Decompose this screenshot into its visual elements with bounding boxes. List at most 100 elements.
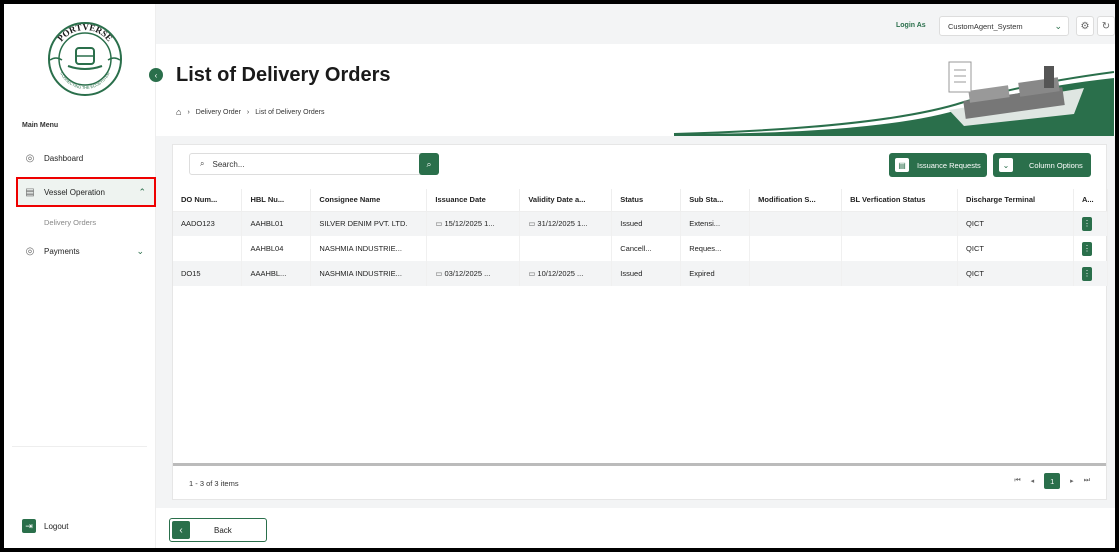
table-cell: ▭ 31/12/2025 1...	[519, 211, 613, 236]
table-cell	[841, 236, 959, 261]
column-options-label: Column Options	[1029, 160, 1083, 170]
delivery-orders-table: DO Num... HBL Nu... Consignee Name Issua…	[173, 189, 1109, 286]
table-cell: DO15	[173, 261, 243, 286]
table-cell: ⋮	[1073, 261, 1109, 286]
date-value: 15/12/2025 1...	[444, 219, 495, 229]
first-page-icon[interactable]: ⏮	[1014, 477, 1020, 485]
document-icon: ▤	[895, 158, 909, 172]
sidebar-item-label: Dashboard	[44, 153, 84, 163]
column-header[interactable]: Discharge Terminal	[957, 189, 1074, 212]
column-header[interactable]: Modification S...	[749, 189, 843, 212]
ship-icon: ▤	[25, 186, 35, 198]
sidebar-item-vessel-operation[interactable]: ▤ Vessel Operation ⌃	[16, 177, 156, 207]
table-cell: SILVER DENIM PVT. LTD.	[310, 211, 428, 236]
table-cell: NASHMIA INDUSTRIE...	[310, 236, 428, 261]
user-select[interactable]: CustomAgent_System ⌄	[939, 16, 1069, 36]
table-cell: Extensi...	[680, 211, 751, 236]
sidebar-subitem-delivery-orders[interactable]: Delivery Orders	[44, 218, 96, 227]
table-cell: QICT	[957, 211, 1074, 236]
chevron-down-icon: ⌄	[999, 158, 1013, 172]
horizontal-scrollbar[interactable]	[173, 463, 1106, 466]
prev-page-icon[interactable]: ◂	[1031, 477, 1035, 485]
row-actions-icon[interactable]: ⋮	[1081, 241, 1092, 256]
table-cell	[841, 261, 959, 286]
calendar-icon: ▭	[528, 269, 536, 278]
date-value: 10/12/2025 ...	[537, 269, 584, 278]
main-menu-label: Main Menu	[22, 122, 59, 129]
back-label: Back	[214, 525, 232, 535]
table-cell: ⋮	[1073, 236, 1109, 261]
table-cell: Reques...	[680, 236, 751, 261]
table-cell: ▭ 10/12/2025 ...	[519, 261, 613, 286]
breadcrumb-item[interactable]: Delivery Order	[196, 109, 241, 116]
calendar-icon: ▭	[435, 219, 443, 229]
back-button[interactable]: ‹ Back	[169, 518, 267, 542]
refresh-icon[interactable]: ↻	[1097, 16, 1115, 36]
search-icon: ⌕	[200, 159, 205, 168]
chevron-up-icon: ⌃	[138, 186, 146, 197]
breadcrumb: ⌂ › Delivery Order › List of Delivery Or…	[176, 107, 325, 117]
column-header[interactable]: Sub Sta...	[680, 189, 751, 212]
column-header[interactable]: Consignee Name	[310, 189, 428, 212]
last-page-icon[interactable]: ⏭	[1084, 477, 1090, 485]
column-header[interactable]: Issuance Date	[426, 189, 521, 212]
column-header[interactable]: DO Num...	[173, 189, 243, 212]
table-cell	[749, 211, 843, 236]
table-cell: Issued	[611, 211, 682, 236]
search-input[interactable]	[212, 159, 393, 169]
app-window: PORTVERSE CONNECTING THE ECOSYSTEM Main …	[4, 4, 1115, 548]
date-value: 03/12/2025 ...	[444, 269, 491, 278]
column-header[interactable]: Status	[611, 189, 682, 212]
table-cell: AAAHBL...	[241, 261, 312, 286]
table-cell	[519, 236, 613, 261]
column-header[interactable]: Validity Date a...	[519, 189, 613, 212]
next-page-icon[interactable]: ▸	[1070, 477, 1074, 485]
table-cell: QICT	[957, 261, 1074, 286]
date-value: 31/12/2025 1...	[537, 219, 588, 229]
home-icon[interactable]: ⌂	[176, 107, 181, 117]
table-row[interactable]: DO15 AAAHBL... NASHMIA INDUSTRIE... ▭ 03/…	[173, 261, 1109, 286]
collapse-sidebar-button[interactable]: ‹	[149, 68, 163, 82]
chevron-left-icon: ‹	[172, 521, 190, 539]
table-header-row: DO Num... HBL Nu... Consignee Name Issua…	[173, 189, 1109, 212]
column-options-button[interactable]: ⌄ Column Options	[993, 153, 1091, 177]
column-header[interactable]: BL Verfication Status	[841, 189, 959, 212]
items-count: 1 - 3 of 3 items	[189, 479, 239, 488]
table-cell: Cancell...	[611, 236, 682, 261]
sidebar-item-payments[interactable]: ◎ Payments ⌄	[18, 238, 152, 264]
calendar-icon: ▭	[528, 219, 536, 229]
sidebar: PORTVERSE CONNECTING THE ECOSYSTEM Main …	[4, 4, 156, 548]
table-row[interactable]: AAHBL04 NASHMIA INDUSTRIE... Cancell... …	[173, 236, 1109, 261]
table-cell: AAHBL01	[241, 211, 312, 236]
table-cell: ⋮	[1073, 211, 1109, 236]
logout-label: Logout	[44, 521, 69, 531]
table-row[interactable]: AADO123 AAHBL01 SILVER DENIM PVT. LTD. ▭…	[173, 211, 1109, 236]
sidebar-item-label: Payments	[44, 246, 80, 256]
table-cell	[173, 236, 243, 261]
table-cell: ▭ 03/12/2025 ...	[426, 261, 521, 286]
page-button-current[interactable]: 1	[1044, 473, 1061, 489]
chevron-down-icon: ⌄	[1054, 20, 1062, 31]
portverse-logo: PORTVERSE CONNECTING THE ECOSYSTEM	[48, 22, 122, 96]
cargo-ship-illustration	[673, 61, 1114, 140]
table-cell: AAHBL04	[241, 236, 312, 261]
search-button[interactable]: ⌕	[419, 153, 439, 175]
row-actions-icon[interactable]: ⋮	[1081, 216, 1092, 231]
gear-icon[interactable]: ⚙	[1076, 16, 1094, 36]
logout-button[interactable]: ⇥ Logout	[22, 519, 68, 533]
page-title: List of Delivery Orders	[176, 64, 391, 86]
breadcrumb-item: List of Delivery Orders	[255, 108, 325, 116]
calendar-icon: ▭	[435, 269, 443, 278]
table-cell: ▭ 15/12/2025 1...	[426, 211, 521, 236]
column-header[interactable]: HBL Nu...	[241, 189, 312, 212]
sidebar-item-label: Vessel Operation	[44, 187, 105, 197]
table-cell: NASHMIA INDUSTRIE...	[310, 261, 428, 286]
table-cell: QICT	[957, 236, 1074, 261]
issuance-requests-button[interactable]: ▤ Issuance Requests	[889, 153, 987, 177]
column-header[interactable]: A...	[1073, 189, 1109, 212]
sidebar-item-dashboard[interactable]: ◎ Dashboard	[18, 145, 152, 171]
issuance-requests-label: Issuance Requests	[917, 160, 981, 170]
table-cell	[749, 236, 843, 261]
row-actions-icon[interactable]: ⋮	[1081, 266, 1092, 281]
breadcrumb-separator-icon: ›	[246, 108, 250, 116]
